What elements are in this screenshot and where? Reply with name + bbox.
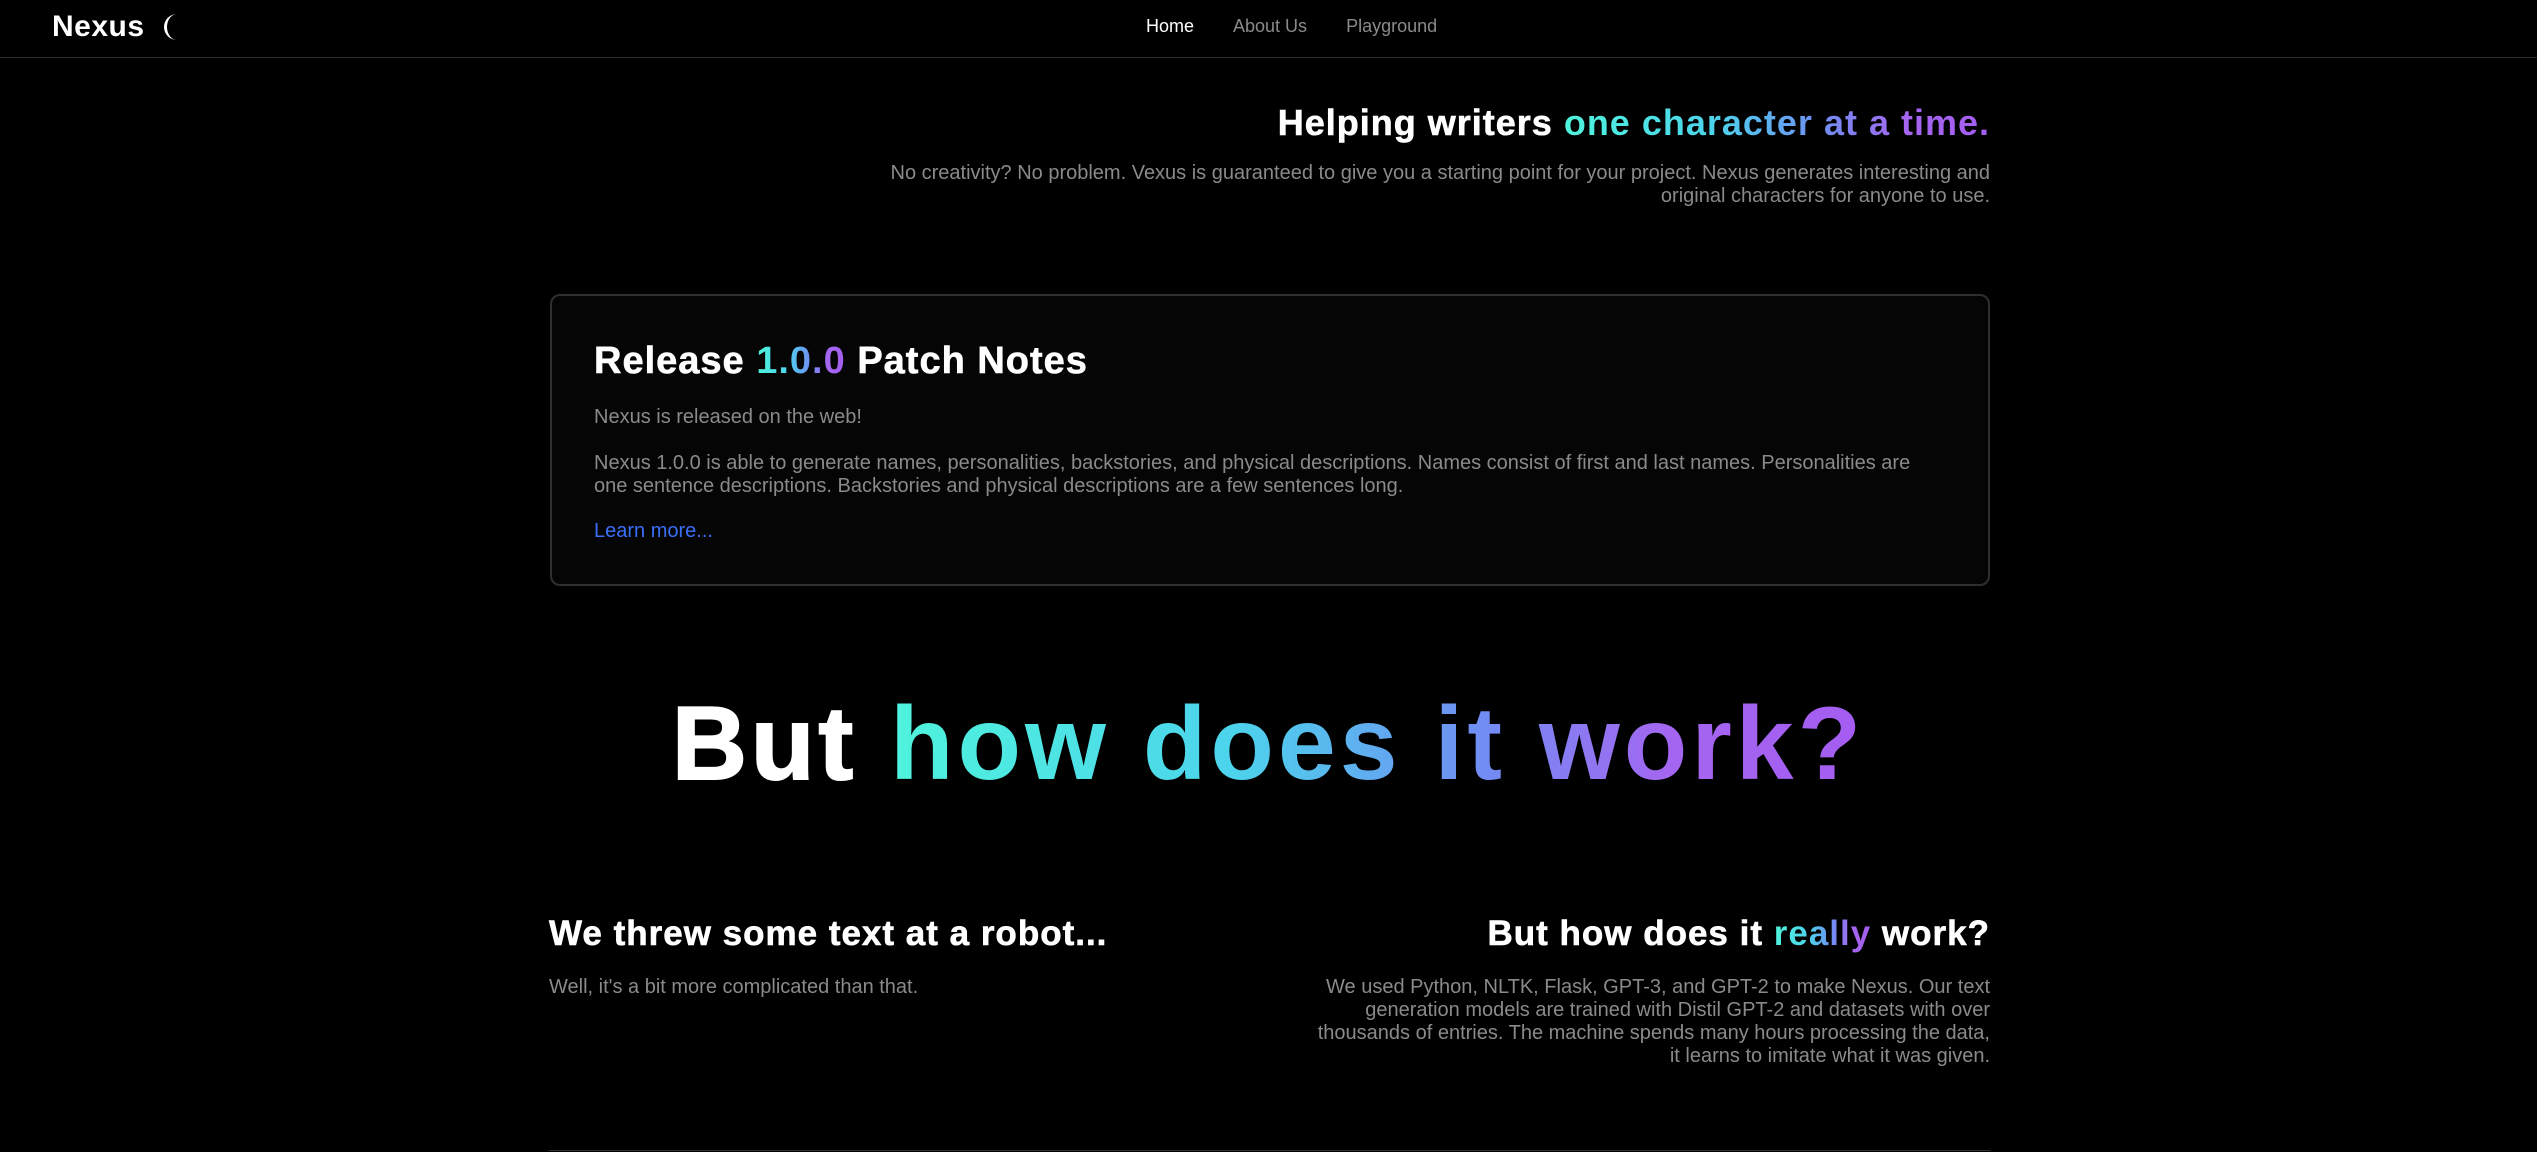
how-it-works-heading: But how does it work? [0,684,2537,804]
section-divider [549,1150,1990,1151]
hero-title: Helping writers one character at a time. [530,102,1990,144]
how-heading-gradient: how does it work? [890,686,1866,802]
left-column: We threw some text at a robot... Well, i… [549,914,1249,999]
right-title-highlight: really [1773,914,1872,953]
navbar: Nexus Home About Us Playground [0,0,2537,58]
hero-title-gradient: one character at a time. [1563,102,1990,143]
right-column: But how does it really work? We used Pyt… [1310,914,1990,1068]
right-column-title: But how does it really work? [1310,914,1990,954]
hero-section: Helping writers one character at a time.… [530,102,1991,208]
crescent-moon-icon[interactable] [160,12,186,42]
release-paragraph-2: Nexus 1.0.0 is able to generate names, p… [594,452,1911,497]
brand-logo[interactable]: Nexus [52,10,145,44]
nav-playground[interactable]: Playground [1346,16,1437,37]
left-column-text: Well, it's a bit more complicated than t… [549,976,919,998]
hero-subtitle: No creativity? No problem. Vexus is guar… [890,162,1991,207]
left-column-title: We threw some text at a robot... [549,914,1108,954]
learn-more-link[interactable]: Learn more... [594,520,713,543]
release-title: Release 1.0.0 Patch Notes [594,340,1088,383]
right-column-text: We used Python, NLTK, Flask, GPT-3, and … [1317,976,1990,1067]
release-notes-card: Release 1.0.0 Patch Notes Nexus is relea… [550,294,1990,586]
release-title-suffix: Patch Notes [845,340,1088,383]
release-paragraph-1: Nexus is released on the web! [594,406,862,428]
hero-title-plain: Helping writers [1277,102,1564,144]
right-title-prefix: But how does it [1487,914,1774,954]
right-title-suffix: work? [1871,914,1990,954]
release-version: 1.0.0 [756,340,846,382]
nav-about-us[interactable]: About Us [1233,16,1307,37]
release-title-prefix: Release [594,340,757,383]
how-heading-plain: But [671,685,890,803]
nav-home[interactable]: Home [1146,16,1194,37]
nav-links: Home About Us Playground [1146,16,1437,37]
